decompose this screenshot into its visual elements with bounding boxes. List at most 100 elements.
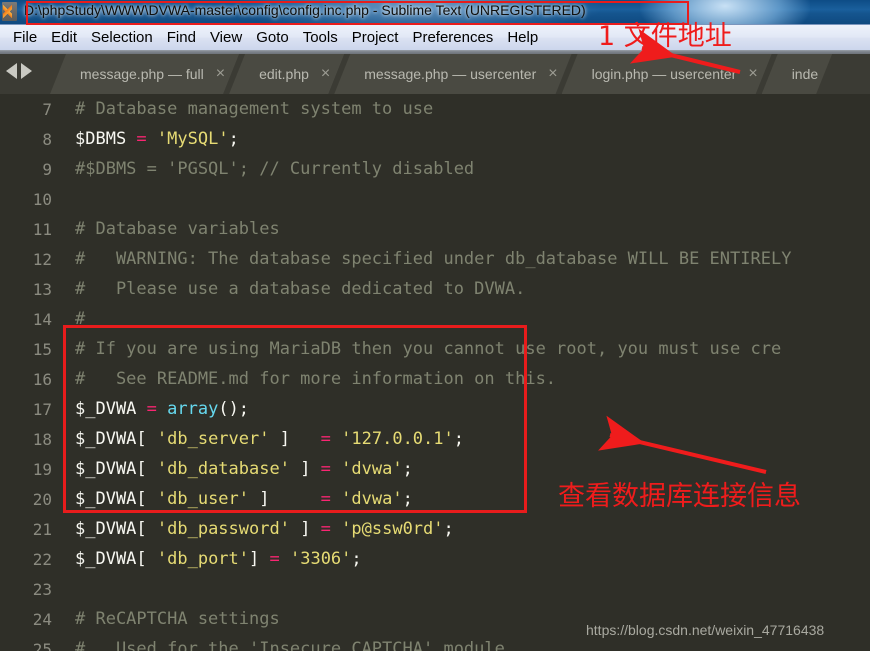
line-number: 10 xyxy=(32,189,52,209)
code-token: # See README.md for more information on … xyxy=(75,369,557,389)
editor-tab[interactable]: message.php — full × xyxy=(50,54,239,94)
line-content: # Please use a database dedicated to DVW… xyxy=(52,279,525,299)
code-token: = xyxy=(320,489,342,509)
line-content: $_DVWA[ 'db_user' ] = 'dvwa'; xyxy=(52,489,413,509)
code-token: 'db_password' xyxy=(156,519,290,539)
code-token: $_DVWA xyxy=(75,399,147,419)
code-line[interactable]: 9 #$DBMS = 'PGSQL'; // Currently disabled xyxy=(0,154,870,184)
code-token: = xyxy=(136,129,157,149)
code-line[interactable]: 10 xyxy=(0,184,870,214)
code-token: '3306' xyxy=(289,549,352,569)
code-line[interactable]: 13 # Please use a database dedicated to D… xyxy=(0,274,870,304)
menu-item-edit[interactable]: Edit xyxy=(44,27,84,48)
close-icon[interactable]: × xyxy=(548,66,557,82)
code-line[interactable]: 7 # Database management system to use xyxy=(0,94,870,124)
code-line[interactable]: 14 # xyxy=(0,304,870,334)
editor-tab[interactable]: inde xyxy=(762,54,832,94)
code-token: = xyxy=(320,429,342,449)
code-token: # Please use a database dedicated to DVW… xyxy=(75,279,526,299)
editor-tab[interactable]: edit.php × xyxy=(229,54,344,94)
code-line[interactable]: 18 $_DVWA[ 'db_server' ] = '127.0.0.1'; xyxy=(0,424,870,454)
code-token: # ReCAPTCHA settings xyxy=(75,609,280,629)
menu-item-file[interactable]: File xyxy=(6,27,44,48)
code-line[interactable]: 21 $_DVWA[ 'db_password' ] = 'p@ssw0rd'; xyxy=(0,514,870,544)
code-token: 'db_port' xyxy=(156,549,250,569)
arrow-left-icon[interactable] xyxy=(6,63,17,79)
line-number: 15 xyxy=(32,339,52,359)
line-number: 20 xyxy=(32,489,52,509)
editor-tab[interactable]: message.php — usercenter × xyxy=(334,54,571,94)
code-line[interactable]: 22 $_DVWA[ 'db_port'] = '3306'; xyxy=(0,544,870,574)
line-number: 11 xyxy=(32,219,52,239)
line-number: 9 xyxy=(42,159,52,179)
code-line[interactable]: 23 xyxy=(0,574,870,604)
close-icon[interactable]: × xyxy=(216,66,225,82)
window-title: D:\phpStudy\WWW\DVWA-master\config\confi… xyxy=(24,2,586,18)
editor-tab[interactable]: login.php — usercenter × xyxy=(562,54,772,94)
code-line[interactable]: 20 $_DVWA[ 'db_user' ] = 'dvwa'; xyxy=(0,484,870,514)
code-line[interactable]: 24 # ReCAPTCHA settings xyxy=(0,604,870,634)
menu-item-help[interactable]: Help xyxy=(500,27,545,48)
tab-scroll-arrows[interactable] xyxy=(6,63,32,79)
sublime-text-window: D:\phpStudy\WWW\DVWA-master\config\confi… xyxy=(0,0,870,651)
code-token: 'MySQL' xyxy=(156,129,229,149)
code-token: 'db_database' xyxy=(156,459,290,479)
code-line[interactable]: 19 $_DVWA[ 'db_database' ] = 'dvwa'; xyxy=(0,454,870,484)
line-content: $DBMS = 'MySQL'; xyxy=(52,129,239,149)
menu-item-view[interactable]: View xyxy=(203,27,249,48)
code-token: 'dvwa' xyxy=(341,459,403,479)
line-number: 19 xyxy=(32,459,52,479)
code-token: = xyxy=(269,549,290,569)
tab-label: message.php — usercenter xyxy=(364,66,537,82)
code-token: 'p@ssw0rd' xyxy=(341,519,444,539)
tab-label: message.php — full xyxy=(80,66,204,82)
menu-item-tools[interactable]: Tools xyxy=(296,27,345,48)
menu-item-preferences[interactable]: Preferences xyxy=(405,27,500,48)
code-line[interactable]: 15 # If you are using MariaDB then you ca… xyxy=(0,334,870,364)
close-icon[interactable]: × xyxy=(321,66,330,82)
code-token: ; xyxy=(351,549,362,569)
line-number: 16 xyxy=(32,369,52,389)
code-token: # Database variables xyxy=(75,219,280,239)
code-line[interactable]: 16 # See README.md for more information o… xyxy=(0,364,870,394)
tab-bar: message.php — full × edit.php × message.php … xyxy=(0,54,870,94)
tab-label: edit.php xyxy=(259,66,309,82)
menu-bar: File Edit Selection Find View Goto Tools Projec… xyxy=(0,24,870,50)
menu-item-project[interactable]: Project xyxy=(345,27,406,48)
line-number: 13 xyxy=(32,279,52,299)
code-line[interactable]: 11 # Database variables xyxy=(0,214,870,244)
code-token: $_DVWA[ xyxy=(75,549,157,569)
tab-label: inde xyxy=(791,66,819,82)
code-token: = xyxy=(146,399,168,419)
title-bar: D:\phpStudy\WWW\DVWA-master\config\confi… xyxy=(0,0,870,24)
line-number: 21 xyxy=(32,519,52,539)
code-token: = xyxy=(320,459,342,479)
menu-item-selection[interactable]: Selection xyxy=(84,27,160,48)
menu-item-goto[interactable]: Goto xyxy=(249,27,296,48)
code-token: # Database management system to use xyxy=(75,99,434,119)
line-content: $_DVWA[ 'db_server' ] = '127.0.0.1'; xyxy=(52,429,464,449)
line-number: 22 xyxy=(32,549,52,569)
code-token: $_DVWA[ xyxy=(75,459,157,479)
code-editor[interactable]: 7 # Database management system to use 8 $DB… xyxy=(0,94,870,651)
code-token: (); xyxy=(218,399,250,419)
line-content: $_DVWA[ 'db_port'] = '3306'; xyxy=(52,549,362,569)
code-line[interactable]: 12 # WARNING: The database specified unde… xyxy=(0,244,870,274)
code-token: = xyxy=(320,519,342,539)
menu-item-find[interactable]: Find xyxy=(160,27,203,48)
line-number: 12 xyxy=(32,249,52,269)
line-content: # See README.md for more information on … xyxy=(52,369,556,389)
line-number: 14 xyxy=(32,309,52,329)
close-icon[interactable]: × xyxy=(748,66,757,82)
code-token: ; xyxy=(228,129,239,149)
code-line[interactable]: 8 $DBMS = 'MySQL'; xyxy=(0,124,870,154)
code-token: '127.0.0.1' xyxy=(341,429,454,449)
code-token: 'db_user' xyxy=(156,489,250,509)
code-token: ; xyxy=(443,519,454,539)
code-line[interactable]: 17 $_DVWA = array(); xyxy=(0,394,870,424)
arrow-right-icon[interactable] xyxy=(21,63,32,79)
line-content: # Database variables xyxy=(52,219,280,239)
code-token: $_DVWA[ xyxy=(75,519,157,539)
line-content: # WARNING: The database specified under … xyxy=(52,249,791,269)
code-line[interactable]: 25 # Used for the 'Insecure CAPTCHA' modu… xyxy=(0,634,870,651)
